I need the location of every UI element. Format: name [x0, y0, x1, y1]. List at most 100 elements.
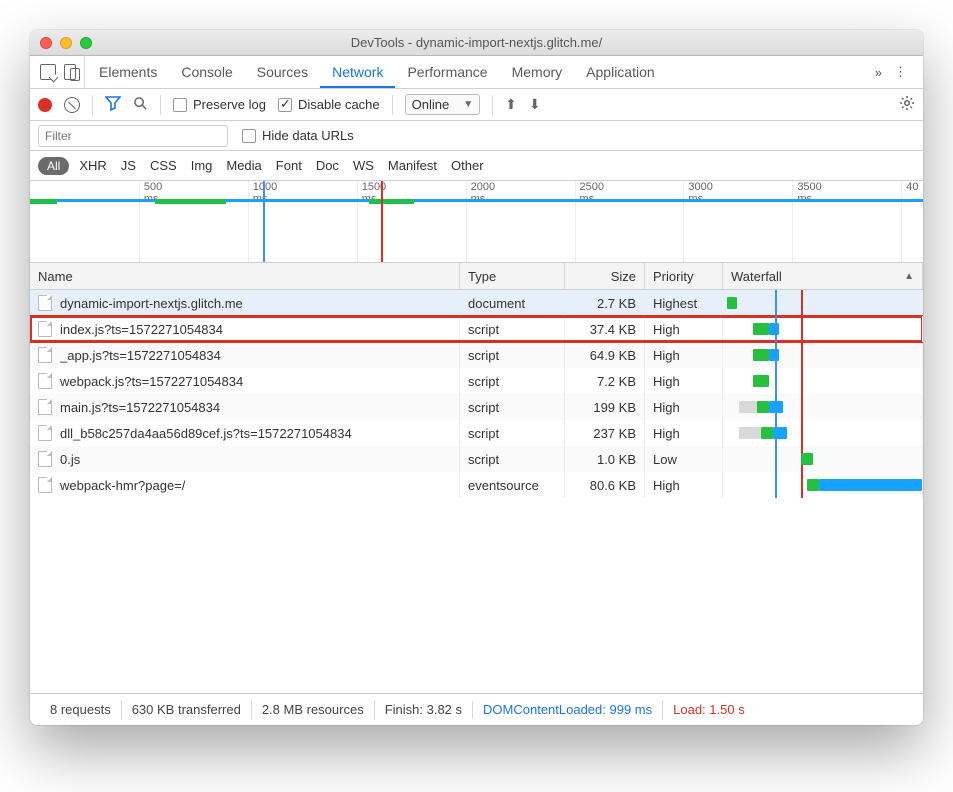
- tab-performance[interactable]: Performance: [395, 56, 499, 88]
- type-filter-js[interactable]: JS: [121, 158, 136, 173]
- request-priority: High: [645, 472, 723, 498]
- request-type: script: [460, 368, 565, 394]
- status-resources: 2.8 MB resources: [252, 702, 374, 717]
- sort-asc-icon: ▲: [904, 271, 914, 282]
- type-filter-xhr[interactable]: XHR: [79, 158, 106, 173]
- request-type: script: [460, 394, 565, 420]
- request-size: 1.0 KB: [565, 446, 645, 472]
- request-waterfall: [723, 368, 923, 394]
- request-waterfall: [723, 342, 923, 368]
- type-filter-doc[interactable]: Doc: [316, 158, 339, 173]
- network-toolbar: Preserve log Disable cache Online▼ ⬆ ⬇: [30, 89, 923, 121]
- status-domcontentloaded: DOMContentLoaded: 999 ms: [473, 702, 662, 717]
- request-name: _app.js?ts=1572271054834: [60, 348, 221, 363]
- table-row[interactable]: dynamic-import-nextjs.glitch.me document2…: [30, 290, 923, 316]
- maximize-button[interactable]: [80, 37, 92, 49]
- upload-har-icon[interactable]: ⬆: [505, 96, 517, 113]
- filter-bar: Hide data URLs: [30, 121, 923, 151]
- col-header-size[interactable]: Size: [565, 263, 645, 289]
- request-waterfall: [723, 316, 923, 342]
- tab-memory[interactable]: Memory: [500, 56, 575, 88]
- request-priority: High: [645, 394, 723, 420]
- titlebar: DevTools - dynamic-import-nextjs.glitch.…: [30, 30, 923, 56]
- close-button[interactable]: [40, 37, 52, 49]
- download-har-icon[interactable]: ⬇: [529, 96, 541, 113]
- type-filter-media[interactable]: Media: [226, 158, 261, 173]
- record-button[interactable]: [38, 98, 52, 112]
- request-size: 64.9 KB: [565, 342, 645, 368]
- request-name: dynamic-import-nextjs.glitch.me: [60, 296, 243, 311]
- request-size: 80.6 KB: [565, 472, 645, 498]
- tab-application[interactable]: Application: [574, 56, 667, 88]
- type-filter-ws[interactable]: WS: [353, 158, 374, 173]
- tab-console[interactable]: Console: [169, 56, 244, 88]
- requests-grid: Name Type Size Priority Waterfall ▲ dyna…: [30, 263, 923, 693]
- type-filter-all[interactable]: All: [38, 157, 69, 175]
- status-load: Load: 1.50 s: [663, 702, 755, 717]
- search-icon[interactable]: [133, 96, 148, 114]
- minimize-button[interactable]: [60, 37, 72, 49]
- request-priority: Highest: [645, 290, 723, 316]
- col-header-name[interactable]: Name: [30, 263, 460, 289]
- type-filter-row: All XHR JS CSS Img Media Font Doc WS Manifest Oth…: [30, 151, 923, 181]
- table-row[interactable]: 0.jsscript1.0 KBLow: [30, 446, 923, 472]
- device-toggle-icon[interactable]: [64, 64, 76, 80]
- request-waterfall: [723, 420, 923, 446]
- col-header-waterfall[interactable]: Waterfall ▲: [723, 263, 923, 289]
- file-icon: [38, 425, 52, 441]
- status-requests: 8 requests: [40, 702, 121, 717]
- inspect-tools: [36, 56, 85, 88]
- request-priority: High: [645, 420, 723, 446]
- hide-data-urls-checkbox[interactable]: Hide data URLs: [242, 128, 354, 143]
- request-size: 237 KB: [565, 420, 645, 446]
- table-row[interactable]: dll_b58c257da4aa56d89cef.js?ts=157227105…: [30, 420, 923, 446]
- status-transferred: 630 KB transferred: [122, 702, 251, 717]
- request-type: script: [460, 316, 565, 342]
- tab-network[interactable]: Network: [320, 56, 395, 88]
- filter-input[interactable]: [38, 125, 228, 147]
- request-priority: Low: [645, 446, 723, 472]
- table-row[interactable]: _app.js?ts=1572271054834script64.9 KBHig…: [30, 342, 923, 368]
- disable-cache-checkbox[interactable]: Disable cache: [278, 97, 380, 112]
- request-size: 2.7 KB: [565, 290, 645, 316]
- type-filter-other[interactable]: Other: [451, 158, 484, 173]
- request-name: webpack-hmr?page=/: [60, 478, 185, 493]
- file-icon: [38, 451, 52, 467]
- col-header-type[interactable]: Type: [460, 263, 565, 289]
- kebab-menu-icon[interactable]: ⋮: [894, 64, 907, 80]
- overview-timeline[interactable]: 500 ms1000 ms1500 ms2000 ms2500 ms3000 m…: [30, 181, 923, 263]
- window-controls: [30, 37, 92, 49]
- request-waterfall: [723, 446, 923, 472]
- request-name: index.js?ts=1572271054834: [60, 322, 223, 337]
- table-row[interactable]: webpack.js?ts=1572271054834script7.2 KBH…: [30, 368, 923, 394]
- type-filter-img[interactable]: Img: [191, 158, 213, 173]
- table-row[interactable]: index.js?ts=1572271054834script37.4 KBHi…: [30, 316, 923, 342]
- table-row[interactable]: webpack-hmr?page=/ eventsource80.6 KBHigh: [30, 472, 923, 498]
- type-filter-css[interactable]: CSS: [150, 158, 177, 173]
- tab-sources[interactable]: Sources: [245, 56, 320, 88]
- table-row[interactable]: main.js?ts=1572271054834script199 KBHigh: [30, 394, 923, 420]
- request-priority: High: [645, 368, 723, 394]
- throttling-select[interactable]: Online▼: [405, 94, 480, 115]
- col-header-priority[interactable]: Priority: [645, 263, 723, 289]
- preserve-log-checkbox[interactable]: Preserve log: [173, 97, 266, 112]
- request-type: eventsource: [460, 472, 565, 498]
- request-type: script: [460, 342, 565, 368]
- panel-tabs: ElementsConsoleSourcesNetworkPerformance…: [30, 56, 923, 89]
- clear-button[interactable]: [64, 97, 80, 113]
- type-filter-font[interactable]: Font: [276, 158, 302, 173]
- tab-elements[interactable]: Elements: [87, 56, 169, 88]
- file-icon: [38, 295, 52, 311]
- request-type: script: [460, 420, 565, 446]
- request-waterfall: [723, 472, 923, 498]
- file-icon: [38, 399, 52, 415]
- file-icon: [38, 477, 52, 493]
- filter-toggle-icon[interactable]: [105, 95, 121, 114]
- tabs-overflow[interactable]: »: [875, 65, 882, 80]
- request-priority: High: [645, 316, 723, 342]
- inspect-icon[interactable]: [40, 64, 56, 80]
- request-type: document: [460, 290, 565, 316]
- type-filter-manifest[interactable]: Manifest: [388, 158, 437, 173]
- settings-gear-icon[interactable]: [899, 95, 915, 114]
- request-name: 0.js: [60, 452, 80, 467]
